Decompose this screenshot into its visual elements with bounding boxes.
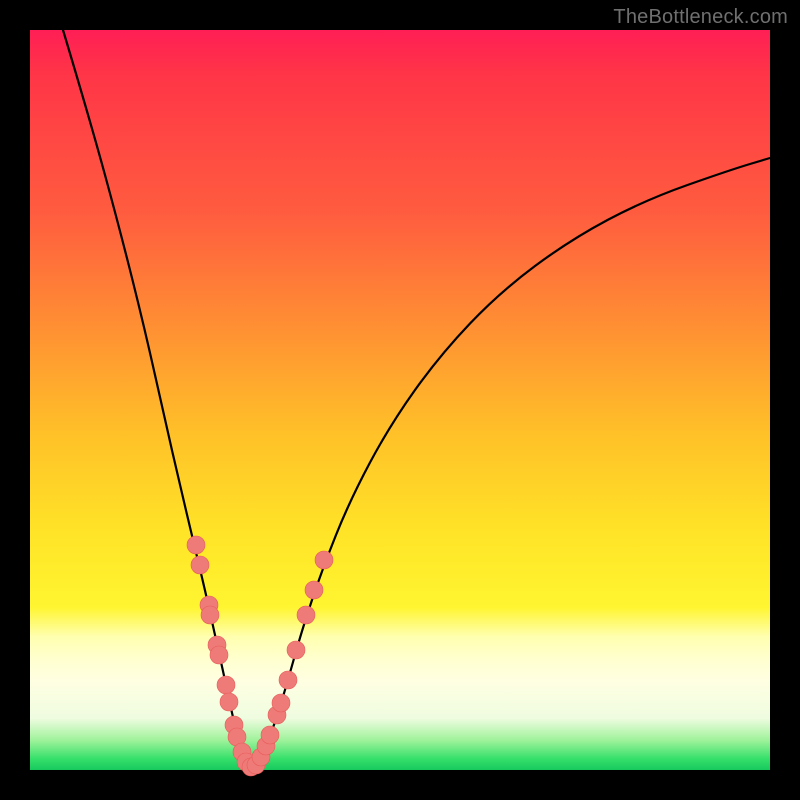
highlight-dot: [191, 556, 209, 574]
plot-area: [30, 30, 770, 770]
highlight-dot: [261, 726, 279, 744]
highlight-dot: [187, 536, 205, 554]
highlight-dot: [217, 676, 235, 694]
highlight-dot: [220, 693, 238, 711]
highlight-dot: [297, 606, 315, 624]
watermark-text: TheBottleneck.com: [613, 6, 788, 29]
curve-layer: [30, 30, 770, 770]
highlight-dot: [272, 694, 290, 712]
highlight-dot: [287, 641, 305, 659]
highlight-dots: [187, 536, 333, 776]
bottleneck-curve-right: [251, 158, 770, 768]
highlight-dot: [305, 581, 323, 599]
highlight-dot: [279, 671, 297, 689]
highlight-dot: [201, 606, 219, 624]
chart-frame: TheBottleneck.com: [0, 0, 800, 800]
highlight-dot: [210, 646, 228, 664]
highlight-dot: [315, 551, 333, 569]
